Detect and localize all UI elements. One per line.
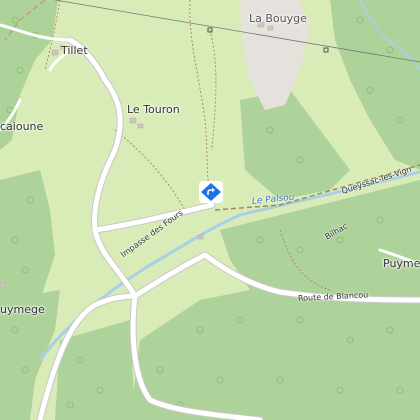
place-label-le-touron: Le Touron bbox=[127, 103, 180, 116]
place-label-la-bouyge: La Bouyge bbox=[249, 12, 307, 25]
place-label-caioune: caioune bbox=[0, 120, 44, 133]
map-canvas bbox=[0, 0, 420, 420]
map-view[interactable]: La Bouyge Tillet Le Touron caioune Puyme… bbox=[0, 0, 420, 420]
place-label-uymege: uymege bbox=[0, 303, 45, 316]
directions-marker[interactable] bbox=[198, 180, 224, 208]
place-label-tillet: Tillet bbox=[61, 44, 88, 57]
place-label-puyme: Puyme bbox=[383, 257, 420, 270]
directions-diamond-icon bbox=[199, 181, 223, 207]
